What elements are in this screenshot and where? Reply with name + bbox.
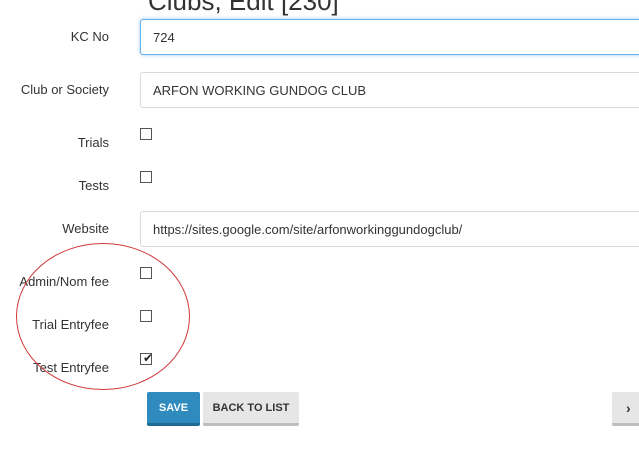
chevron-right-icon: ›	[626, 399, 631, 416]
club-input[interactable]	[140, 72, 639, 108]
club-label: Club or Society	[20, 82, 109, 97]
test-entryfee-label: Test Entryfee	[33, 360, 109, 375]
back-to-list-button[interactable]: BACK TO LIST	[203, 392, 299, 426]
kc-no-label: KC No	[70, 29, 109, 44]
admin-fee-checkbox[interactable]	[140, 267, 152, 279]
kc-no-input[interactable]	[140, 19, 639, 55]
admin-fee-label: Admin/Nom fee	[19, 274, 109, 289]
trials-checkbox[interactable]	[140, 128, 152, 140]
checkmark-icon: ✔	[143, 351, 154, 365]
next-button[interactable]: ›	[612, 392, 639, 426]
trial-entryfee-label: Trial Entryfee	[32, 317, 109, 332]
page-title: Clubs, Edit [230]	[148, 0, 339, 16]
save-button[interactable]: SAVE	[147, 392, 200, 426]
website-input[interactable]	[140, 211, 639, 247]
tests-checkbox[interactable]	[140, 171, 152, 183]
tests-label: Tests	[78, 178, 109, 193]
trial-entryfee-checkbox[interactable]	[140, 310, 152, 322]
test-entryfee-checkbox[interactable]: ✔	[140, 351, 154, 365]
website-label: Website	[62, 221, 109, 236]
trials-label: Trials	[77, 135, 109, 150]
